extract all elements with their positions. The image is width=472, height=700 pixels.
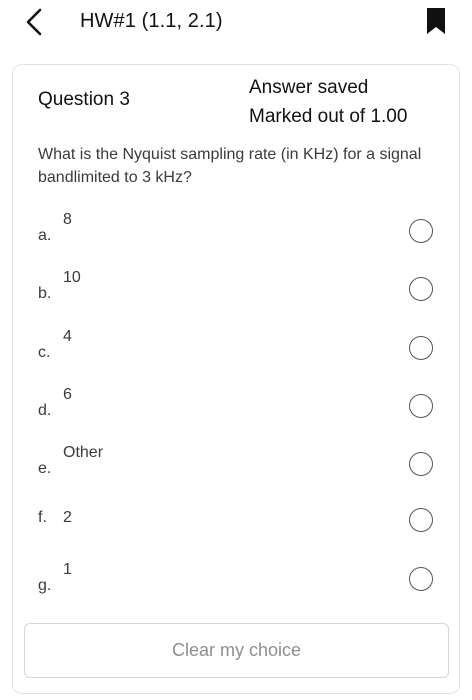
option-b[interactable]: b. 10	[13, 269, 459, 319]
option-text: Other	[63, 444, 104, 461]
option-e[interactable]: e. Other	[13, 444, 459, 494]
option-text: 8	[63, 211, 72, 228]
bookmark-button[interactable]	[426, 7, 446, 35]
radio-button[interactable]	[409, 508, 433, 532]
radio-button[interactable]	[409, 336, 433, 360]
option-c[interactable]: c. 4	[13, 328, 459, 378]
option-letter: c.	[38, 344, 51, 361]
clear-choice-button[interactable]: Clear my choice	[24, 623, 449, 678]
option-letter: f.	[38, 509, 47, 526]
option-g[interactable]: g. 1	[13, 561, 459, 611]
answer-status: Answer saved	[249, 77, 369, 98]
option-a[interactable]: a. 8	[13, 211, 459, 261]
chevron-left-icon	[26, 8, 42, 36]
radio-button[interactable]	[409, 394, 433, 418]
option-letter: a.	[38, 227, 52, 244]
option-letter: g.	[38, 577, 52, 594]
question-status: Answer saved Marked out of 1.00	[249, 73, 407, 131]
option-text: 6	[63, 386, 72, 403]
radio-button[interactable]	[409, 567, 433, 591]
bookmark-icon	[427, 8, 445, 34]
option-text: 4	[63, 328, 72, 345]
option-letter: b.	[38, 285, 52, 302]
back-button[interactable]	[22, 8, 48, 36]
option-letter: e.	[38, 460, 52, 477]
option-f[interactable]: f. 2	[13, 502, 459, 552]
question-text: What is the Nyquist sampling rate (in KH…	[38, 146, 422, 186]
marks-info: Marked out of 1.00	[249, 106, 408, 127]
radio-button[interactable]	[409, 277, 433, 301]
top-bar: HW#1 (1.1, 2.1)	[0, 0, 472, 50]
option-letter: d.	[38, 402, 52, 419]
option-text: 10	[63, 269, 81, 286]
option-text: 2	[63, 509, 72, 526]
page-title: HW#1 (1.1, 2.1)	[80, 10, 223, 32]
radio-button[interactable]	[409, 219, 433, 243]
question-number: Question 3	[38, 89, 130, 110]
option-d[interactable]: d. 6	[13, 386, 459, 436]
question-card: Question 3 Answer saved Marked out of 1.…	[12, 64, 460, 694]
radio-button[interactable]	[409, 452, 433, 476]
option-text: 1	[63, 561, 72, 578]
